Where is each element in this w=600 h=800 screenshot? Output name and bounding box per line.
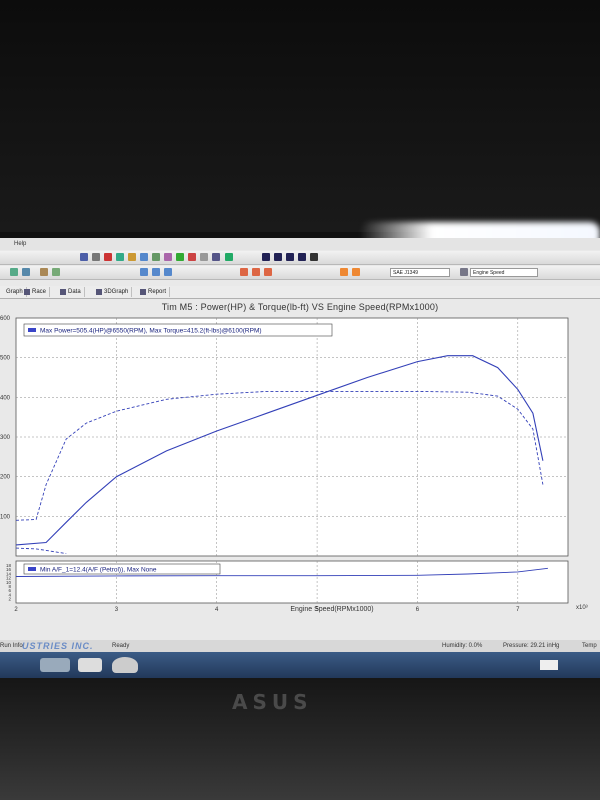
- x-ticks: 234567: [14, 607, 520, 613]
- magnify-minus-icon[interactable]: [164, 268, 172, 276]
- gauge-icon[interactable]: [112, 657, 138, 673]
- cube-icon: [96, 289, 102, 295]
- y-tick-label: 600: [0, 316, 11, 322]
- status-bar: Run Info USTRIES INC. Ready Humidity: 0.…: [0, 640, 600, 652]
- taskbar: [0, 652, 600, 678]
- settings-icon[interactable]: [80, 253, 88, 261]
- view-tabs: Graph Race Data 3DGraph Report: [0, 286, 600, 299]
- afr-y-ticks: 24681012141618: [6, 563, 12, 602]
- grid-icon[interactable]: [240, 268, 248, 276]
- afr-subplot: 24681012141618 Min A/F_1=12.4(A/F (Petro…: [6, 560, 569, 604]
- toolbar-secondary: SAE J1349 Engine Speed: [0, 266, 600, 280]
- gauge-icon[interactable]: [152, 253, 160, 261]
- x-axis-exponent: x10³: [576, 605, 588, 611]
- play-icon[interactable]: [262, 253, 270, 261]
- legend-text: Max Power=505.4(HP)@6550(RPM), Max Torqu…: [40, 328, 262, 335]
- export-icon[interactable]: [212, 253, 220, 261]
- afr-y-tick-label: 18: [6, 563, 12, 568]
- table-icon[interactable]: [460, 268, 468, 276]
- dyno-chart: 100 200 300 400 500 600 Max Power=505.4(HP)@6…: [0, 316, 588, 613]
- highlight-icon[interactable]: [340, 268, 348, 276]
- graph-icon[interactable]: [176, 253, 184, 261]
- tab-3dgraph[interactable]: 3DGraph: [94, 287, 133, 297]
- afr-legend-text: Min A/F_1=12.4(A/F (Petrol)), Max None: [40, 567, 157, 574]
- save-icon[interactable]: [140, 253, 148, 261]
- pan-icon[interactable]: [52, 268, 60, 276]
- lock-icon[interactable]: [310, 253, 318, 261]
- toolbar-primary: [0, 251, 600, 265]
- status-ready: Ready: [112, 643, 130, 649]
- filter-icon[interactable]: [164, 253, 172, 261]
- afr-legend-swatch: [28, 567, 36, 571]
- zoom-in-icon[interactable]: [10, 268, 18, 276]
- app-thumbnail-icon[interactable]: [40, 658, 70, 672]
- run-info-label: Run Info: [0, 643, 23, 649]
- flag-icon[interactable]: [225, 253, 233, 261]
- menu-bar: Help: [0, 238, 600, 250]
- flag-icon: [24, 289, 30, 295]
- x-tick-label: 6: [416, 607, 420, 613]
- brand-logo: ASUS: [232, 690, 313, 714]
- keyboard-icon[interactable]: [540, 660, 558, 670]
- x-tick-label: 3: [115, 607, 119, 613]
- y-tick-label: 100: [0, 514, 11, 520]
- document-icon: [140, 289, 146, 295]
- app-window: Help SAE J1349 Engine Speed Graph Race D…: [0, 238, 600, 678]
- overlay-icon[interactable]: [264, 268, 272, 276]
- monitor-bezel-top: [0, 0, 600, 232]
- watermark: USTRIES INC.: [22, 641, 94, 651]
- x-tick-label: 2: [14, 607, 18, 613]
- record-icon[interactable]: [188, 253, 196, 261]
- x-axis-label: Engine Speed(RPMx1000): [290, 606, 373, 613]
- chart-icon[interactable]: [116, 253, 124, 261]
- pause-icon[interactable]: [286, 253, 294, 261]
- table-icon: [60, 289, 66, 295]
- layers-icon[interactable]: [252, 268, 260, 276]
- tab-data[interactable]: Data: [58, 287, 85, 297]
- xaxis-select[interactable]: Engine Speed: [470, 268, 538, 277]
- status-humidity: Humidity: 0.0%: [442, 643, 483, 649]
- tab-report[interactable]: Report: [138, 287, 171, 297]
- printer-icon[interactable]: [78, 658, 102, 672]
- cursor-icon[interactable]: [40, 268, 48, 276]
- status-temp: Temp: [582, 643, 597, 649]
- status-pressure: Pressure: 29.21 inHg: [503, 643, 560, 649]
- main-y-ticks: 100 200 300 400 500 600: [0, 316, 11, 520]
- x-tick-label: 4: [215, 607, 219, 613]
- magnify-plus-icon[interactable]: [152, 268, 160, 276]
- main-plot: 100 200 300 400 500 600 Max Power=505.4(HP)@6…: [0, 316, 569, 557]
- y-tick-label: 200: [0, 475, 11, 481]
- x-tick-label: 7: [516, 607, 520, 613]
- zoom-out-icon[interactable]: [22, 268, 30, 276]
- step-forward-icon[interactable]: [298, 253, 306, 261]
- magnify-icon[interactable]: [140, 268, 148, 276]
- chart-title: Tim M5 : Power(HP) & Torque(lb-ft) VS En…: [161, 302, 439, 312]
- folder-icon[interactable]: [128, 253, 136, 261]
- tools-icon[interactable]: [92, 253, 100, 261]
- print-icon[interactable]: [200, 253, 208, 261]
- menu-help[interactable]: Help: [14, 241, 26, 247]
- stop-icon[interactable]: [104, 253, 112, 261]
- marker-icon[interactable]: [352, 268, 360, 276]
- y-tick-label: 400: [0, 395, 11, 401]
- legend-swatch: [28, 328, 36, 332]
- y-tick-label: 500: [0, 356, 11, 362]
- y-tick-label: 300: [0, 435, 11, 441]
- step-back-icon[interactable]: [274, 253, 282, 261]
- units-select[interactable]: SAE J1349: [390, 268, 450, 277]
- tab-race[interactable]: Race: [22, 287, 51, 297]
